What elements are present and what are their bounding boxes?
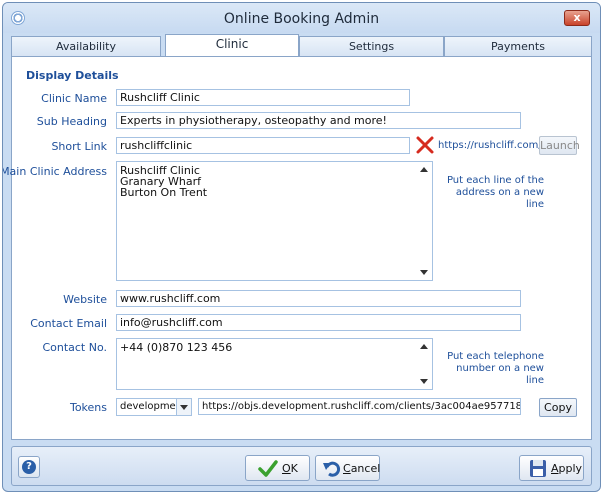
clinic-name-input[interactable]: Rushcliff Clinic: [116, 89, 410, 106]
contact-email-label: Contact Email: [30, 317, 107, 330]
ok-mnemonic: O: [282, 462, 291, 475]
footer-bar: ? OK Cancel Apply: [11, 446, 592, 486]
error-x-icon: [416, 136, 434, 154]
apply-label: Apply: [551, 462, 582, 475]
main-address-textarea[interactable]: Rushcliff Clinic Granary Wharf Burton On…: [116, 161, 433, 281]
scroll-down-icon[interactable]: [420, 270, 428, 275]
ok-button[interactable]: OK: [245, 455, 310, 481]
short-link-input[interactable]: rushcliffclinic: [116, 137, 410, 154]
address-line: Burton On Trent: [120, 186, 208, 199]
contact-no-hint-line1: Put each telephone: [447, 351, 544, 362]
apply-button[interactable]: Apply: [519, 455, 584, 481]
cancel-button[interactable]: Cancel: [315, 455, 380, 481]
window-title: Online Booking Admin: [223, 11, 380, 27]
scroll-up-icon[interactable]: [420, 167, 428, 172]
contact-no-label: Contact No.: [42, 341, 107, 354]
title-bar[interactable]: Online Booking Admin x: [3, 3, 600, 33]
contact-no-line: +44 (0)870 123 456: [120, 341, 233, 354]
launch-button[interactable]: Launch: [539, 136, 580, 155]
scroll-down-icon[interactable]: [420, 379, 428, 384]
ok-label: OK: [282, 462, 298, 475]
cancel-rest: ancel: [350, 462, 381, 475]
apply-rest: pply: [558, 462, 583, 475]
tokens-url-input[interactable]: https://objs.development.rushcliff.com/c…: [198, 398, 521, 415]
section-title: Display Details: [26, 69, 119, 82]
save-disk-icon: [530, 460, 546, 477]
cancel-mnemonic: C: [343, 462, 351, 475]
tab-clinic[interactable]: Clinic: [165, 34, 299, 57]
clinic-panel: Display Details Clinic Name Rushcliff Cl…: [3, 56, 592, 440]
sub-heading-input[interactable]: Experts in physiotherapy, osteopathy and…: [116, 112, 521, 129]
chevron-down-icon[interactable]: [176, 399, 191, 415]
tokens-select[interactable]: development.ru: [116, 398, 192, 416]
tab-availability[interactable]: Availability: [11, 36, 161, 56]
tab-settings[interactable]: Settings: [299, 36, 444, 56]
undo-icon: [323, 461, 341, 477]
contact-no-scrollbar[interactable]: [417, 339, 432, 389]
clinic-name-label: Clinic Name: [41, 92, 107, 105]
main-address-label: Main Clinic Address: [2, 165, 107, 178]
help-button[interactable]: ?: [18, 456, 40, 478]
short-link-label: Short Link: [51, 140, 107, 153]
address-hint: Put each line of the address on a new li…: [442, 175, 544, 211]
ok-rest: K: [290, 462, 298, 475]
contact-email-input[interactable]: info@rushcliff.com: [116, 314, 521, 331]
copy-button[interactable]: Copy: [539, 398, 577, 417]
address-hint-line1: Put each line of the: [446, 175, 544, 186]
booking-admin-window: Online Booking Admin x Availability Clin…: [2, 2, 601, 492]
website-label: Website: [63, 293, 107, 306]
address-scrollbar[interactable]: [417, 162, 432, 280]
website-input[interactable]: www.rushcliff.com: [116, 290, 521, 307]
contact-no-textarea[interactable]: +44 (0)870 123 456: [116, 338, 433, 390]
scroll-up-icon[interactable]: [420, 344, 428, 349]
help-icon: ?: [22, 460, 36, 474]
address-hint-line2: address on a new line: [455, 187, 544, 210]
apply-mnemonic: A: [551, 462, 559, 475]
tab-payments[interactable]: Payments: [444, 36, 592, 56]
cancel-label: Cancel: [343, 462, 380, 475]
tab-strip: Availability Clinic Settings Payments: [11, 34, 592, 57]
sub-heading-label: Sub Heading: [36, 115, 107, 128]
close-button[interactable]: x: [564, 10, 590, 26]
check-icon: [258, 460, 278, 477]
tokens-label: Tokens: [69, 401, 107, 414]
contact-no-hint-line2: number on a new line: [456, 363, 544, 386]
contact-no-hint: Put each telephone number on a new line: [442, 351, 544, 387]
